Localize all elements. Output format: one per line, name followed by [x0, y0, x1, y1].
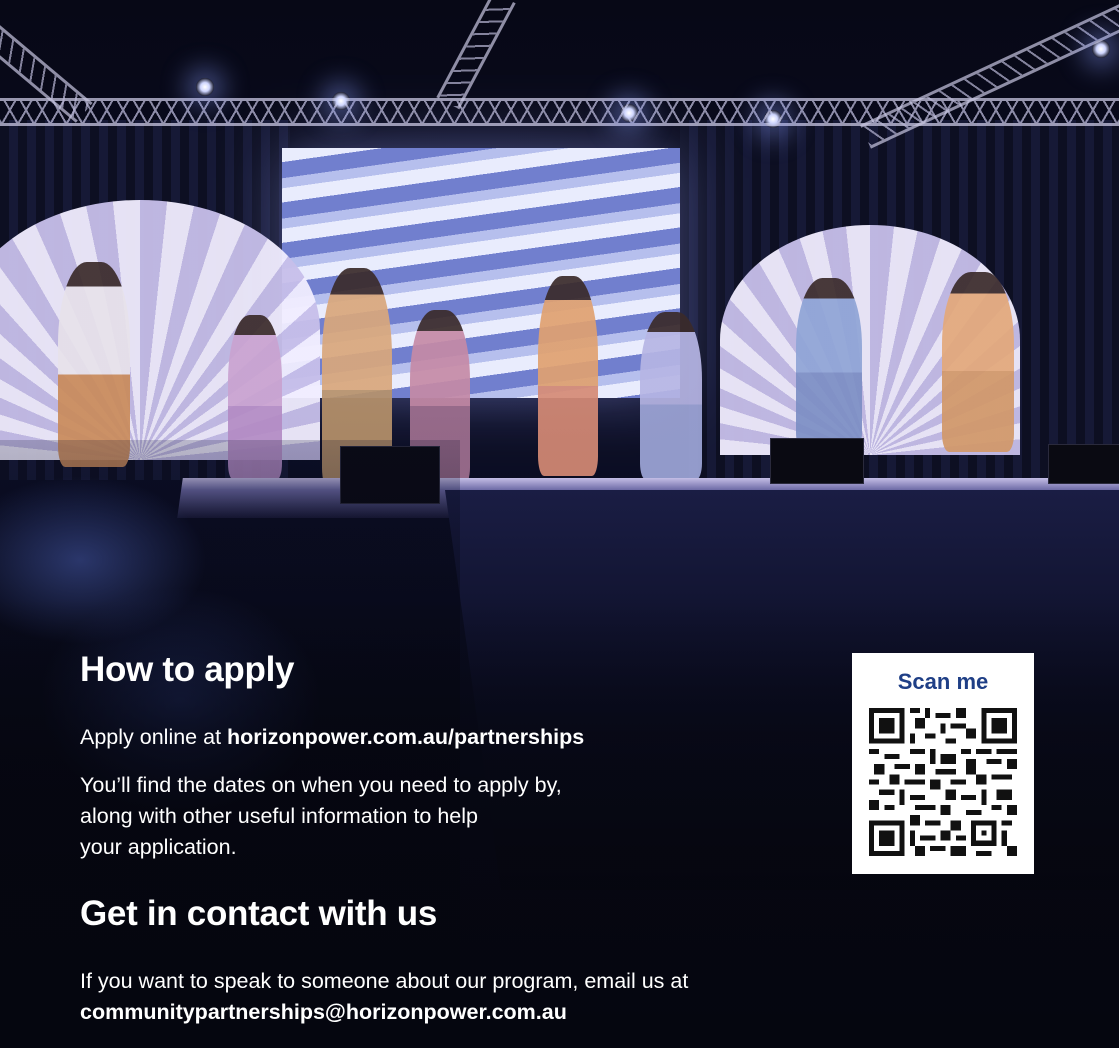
brochure-page: How to apply Apply online at horizonpowe…	[0, 0, 1119, 1048]
stage-light	[196, 78, 214, 96]
contact-email-link[interactable]: communitypartnerships@horizonpower.com.a…	[80, 1000, 567, 1024]
qr-code-icon	[869, 708, 1017, 856]
model-figure	[640, 312, 702, 480]
scan-me-label: Scan me	[897, 669, 989, 694]
apply-online-prefix: Apply online at	[80, 725, 228, 749]
stage-speaker	[770, 438, 864, 484]
model-figure	[538, 276, 598, 476]
lighting-truss-mid	[436, 0, 516, 110]
stage-speaker	[1048, 444, 1119, 484]
stage-light	[1092, 40, 1110, 58]
qr-card[interactable]: Scan me	[852, 653, 1034, 874]
how-to-apply-heading: How to apply	[80, 650, 295, 689]
get-in-contact-heading: Get in contact with us	[80, 894, 438, 933]
apply-online-text: Apply online at horizonpower.com.au/part…	[80, 722, 584, 753]
stage-light	[332, 92, 350, 110]
partnerships-link[interactable]: horizonpower.com.au/partnerships	[227, 725, 584, 749]
apply-dates-line: along with other useful information to h…	[80, 804, 478, 828]
apply-dates-line: your application.	[80, 835, 237, 859]
apply-dates-text: You’ll find the dates on when you need t…	[80, 770, 740, 863]
contact-text: If you want to speak to someone about ou…	[80, 966, 980, 1028]
apply-dates-line: You’ll find the dates on when you need t…	[80, 773, 562, 797]
contact-sentence: If you want to speak to someone about ou…	[80, 969, 689, 993]
stage-photo	[0, 0, 1119, 1048]
stage-light	[764, 110, 782, 128]
model-figure	[942, 272, 1014, 452]
stage-light	[620, 104, 638, 122]
model-figure	[58, 262, 130, 467]
model-figure	[796, 278, 862, 450]
